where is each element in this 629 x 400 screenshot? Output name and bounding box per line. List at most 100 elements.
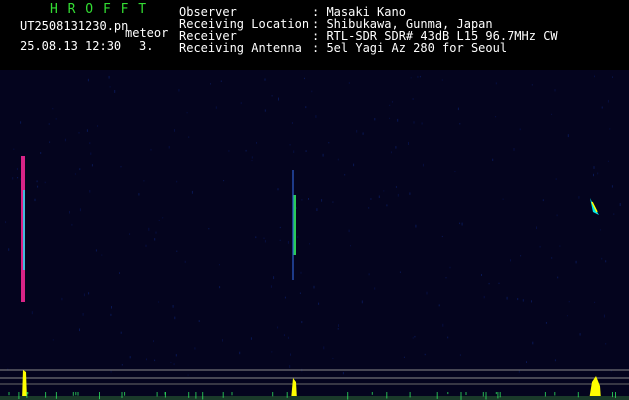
- noise-speck: [395, 186, 397, 188]
- noise-speck: [49, 141, 51, 143]
- noise-speck: [502, 198, 504, 200]
- noise-speck: [176, 250, 178, 252]
- baseline-spike: [347, 392, 349, 400]
- noise-speck: [531, 300, 532, 303]
- noise-speck: [264, 240, 266, 243]
- noise-speck: [278, 97, 279, 101]
- noise-speck: [305, 106, 307, 109]
- noise-speck: [338, 324, 339, 327]
- noise-speck: [155, 231, 157, 234]
- noise-speck: [91, 164, 93, 167]
- datetime-label: 25.08.13 12:30: [20, 39, 122, 53]
- baseline-spike: [286, 392, 288, 398]
- noise-speck: [554, 359, 556, 362]
- noise-speck: [251, 160, 253, 162]
- baseline-spike: [554, 392, 556, 396]
- baseline-spike: [121, 392, 123, 398]
- noise-speck: [239, 351, 241, 355]
- noise-speck: [321, 199, 323, 202]
- noise-speck: [399, 271, 401, 273]
- noise-speck: [557, 276, 559, 279]
- noise-speck: [323, 346, 325, 350]
- plot-background: [0, 70, 629, 400]
- noise-speck: [173, 363, 175, 366]
- noise-speck: [174, 316, 176, 320]
- baseline-spike: [188, 392, 190, 398]
- noise-speck: [374, 287, 376, 290]
- antenna-label: Receiving Antenna: [179, 41, 302, 55]
- noise-speck: [397, 118, 399, 122]
- noise-speck: [301, 199, 303, 201]
- noise-speck: [97, 125, 99, 127]
- noise-speck: [554, 89, 556, 92]
- noise-speck: [263, 237, 265, 239]
- noise-speck: [481, 274, 482, 276]
- baseline-spike: [202, 392, 204, 400]
- noise-speck: [129, 356, 131, 359]
- noise-speck: [120, 166, 122, 168]
- noise-speck: [461, 222, 463, 226]
- noise-speck: [459, 123, 461, 125]
- noise-speck: [522, 299, 524, 302]
- noise-speck: [78, 132, 80, 134]
- noise-speck: [264, 109, 266, 112]
- noise-speck: [109, 86, 111, 88]
- noise-speck: [129, 233, 131, 235]
- noise-speck: [270, 285, 272, 288]
- noise-speck: [13, 148, 15, 150]
- baseline-spike: [465, 392, 467, 395]
- baseline-spike: [615, 392, 616, 398]
- noise-speck: [438, 304, 440, 307]
- noise-speck: [187, 374, 189, 376]
- noise-speck: [483, 295, 485, 299]
- baseline-spike: [272, 392, 274, 397]
- noise-speck: [519, 128, 521, 131]
- noise-speck: [568, 301, 570, 303]
- antenna-value: : 5el Yagi Az 280 for Seoul: [312, 41, 508, 55]
- noise-speck: [609, 128, 611, 130]
- baseline-spike: [156, 392, 158, 397]
- noise-speck: [20, 121, 22, 124]
- noise-speck: [69, 211, 70, 214]
- noise-speck: [459, 222, 461, 225]
- noise-speck: [426, 291, 428, 295]
- noise-speck: [191, 190, 193, 194]
- noise-speck: [110, 370, 112, 373]
- baseline-spike: [77, 392, 79, 396]
- noise-speck: [613, 213, 615, 215]
- noise-speck: [518, 370, 520, 373]
- header-panel: H R O F F T UT2508131230.pn meteor 25.08…: [0, 0, 629, 70]
- noise-speck: [555, 178, 557, 180]
- noise-speck: [89, 190, 91, 193]
- noise-speck: [542, 199, 544, 202]
- baseline-spike: [436, 392, 438, 399]
- noise-speck: [612, 76, 613, 78]
- noise-speck: [300, 271, 302, 274]
- baseline-spike: [99, 392, 100, 400]
- baseline-spike: [26, 392, 28, 398]
- spectrogram-panel: [0, 70, 629, 400]
- noise-speck: [594, 75, 595, 78]
- noise-speck: [603, 314, 605, 318]
- noise-speck: [578, 196, 580, 199]
- noise-speck: [513, 148, 515, 151]
- noise-speck: [304, 77, 305, 80]
- noise-speck: [110, 313, 112, 316]
- noise-speck: [532, 341, 534, 345]
- noise-speck: [597, 172, 599, 175]
- noise-speck: [101, 254, 103, 256]
- filename-label: UT2508131230.pn: [20, 19, 129, 33]
- noise-speck: [55, 118, 57, 120]
- noise-speck: [308, 198, 309, 200]
- baseline-spike: [164, 392, 166, 398]
- noise-speck: [89, 142, 91, 145]
- noise-speck: [240, 102, 242, 105]
- noise-speck: [251, 156, 253, 159]
- noise-speck: [40, 152, 42, 154]
- noise-speck: [536, 226, 537, 230]
- noise-speck: [158, 219, 160, 221]
- noise-speck: [83, 293, 85, 297]
- baseline-spike: [497, 392, 499, 399]
- noise-speck: [353, 163, 355, 167]
- noise-speck: [383, 190, 385, 192]
